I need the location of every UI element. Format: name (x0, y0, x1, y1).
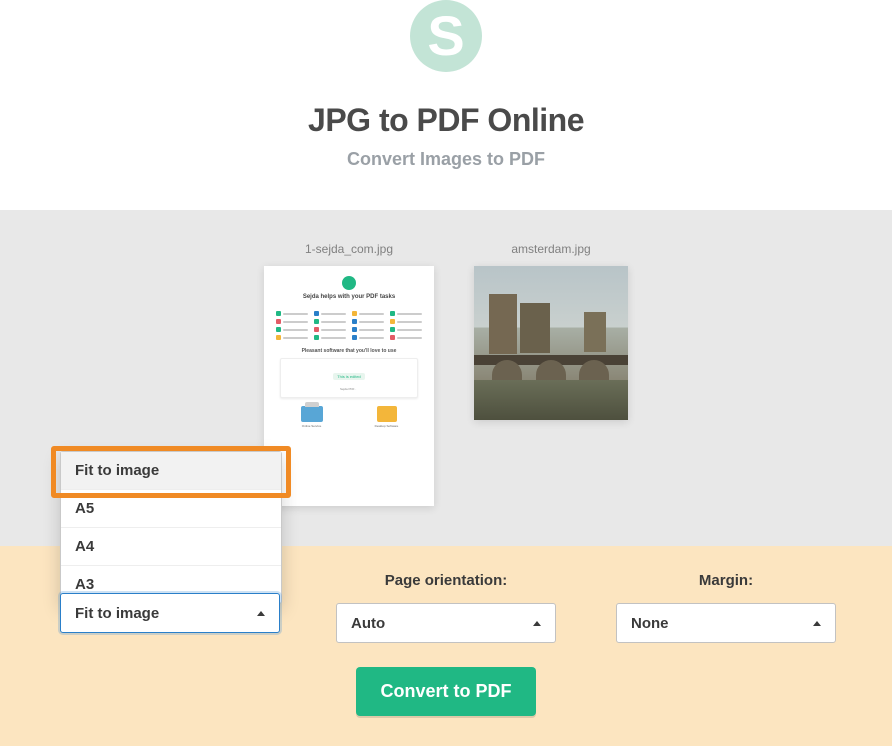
thumbnail-item[interactable]: 1-sejda_com.jpg Sejda helps with your PD… (264, 242, 434, 506)
orientation-value: Auto (351, 615, 385, 632)
logo-icon: S (410, 0, 482, 72)
page-size-option[interactable]: A4 (61, 528, 281, 566)
page-size-dropdown: Fit to image A5 A4 A3 (60, 451, 282, 604)
convert-button-label: Convert to PDF (380, 681, 511, 701)
page-size-value: Fit to image (75, 605, 159, 622)
thumbnail-item[interactable]: amsterdam.jpg (474, 242, 628, 420)
margin-label: Margin: (616, 572, 836, 589)
thumbnail-filename: 1-sejda_com.jpg (264, 242, 434, 256)
thumbnail-filename: amsterdam.jpg (474, 242, 628, 256)
thumbnail-image (474, 266, 628, 420)
page-subtitle: Convert Images to PDF (0, 149, 892, 170)
thumbnail-image: Sejda helps with your PDF tasks (264, 266, 434, 506)
orientation-control: Page orientation: Auto (336, 572, 556, 643)
convert-button[interactable]: Convert to PDF (356, 667, 535, 716)
orientation-select[interactable]: Auto (336, 603, 556, 643)
caret-up-icon (813, 621, 821, 626)
orientation-label: Page orientation: (336, 572, 556, 589)
page-size-select[interactable]: Fit to image (60, 593, 280, 633)
caret-up-icon (257, 611, 265, 616)
caret-up-icon (533, 621, 541, 626)
header: S JPG to PDF Online Convert Images to PD… (0, 0, 892, 210)
page-title: JPG to PDF Online (0, 102, 892, 139)
margin-value: None (631, 615, 669, 632)
page-size-option[interactable]: Fit to image (61, 452, 281, 490)
margin-select[interactable]: None (616, 603, 836, 643)
margin-control: Margin: None (616, 572, 836, 643)
logo-letter: S (427, 8, 464, 64)
page-size-option[interactable]: A5 (61, 490, 281, 528)
